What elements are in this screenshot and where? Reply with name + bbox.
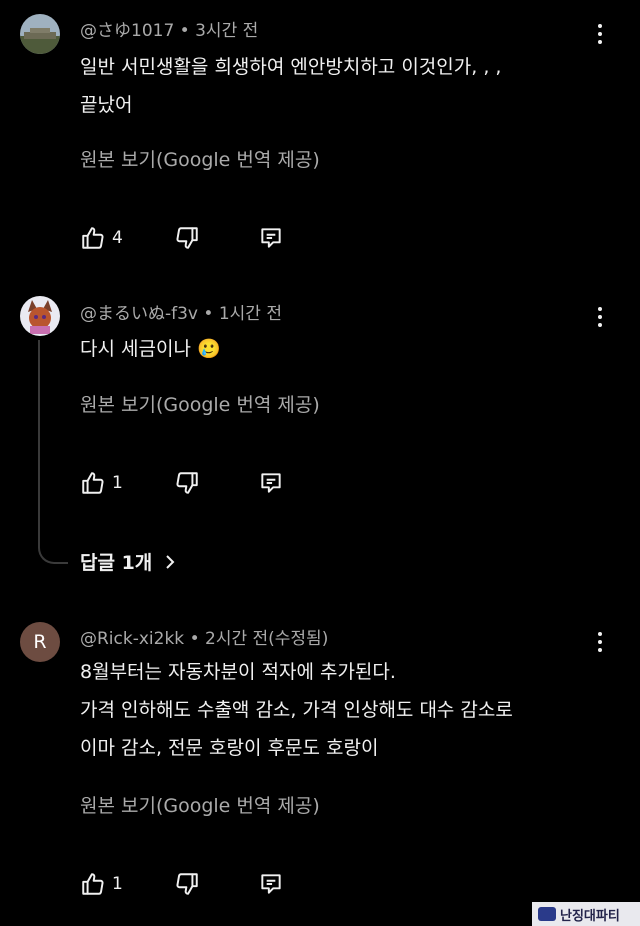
comment-meta: @まるいぬ-f3v • 1시간 전 [80, 304, 282, 324]
like-count: 1 [112, 874, 123, 894]
like-icon [82, 472, 104, 494]
more-options-icon[interactable] [588, 22, 612, 46]
see-original-link[interactable]: 원본 보기(Google 번역 제공) [80, 791, 320, 818]
comment-author[interactable]: @さゆ1017 [80, 21, 174, 41]
reply-button[interactable] [258, 224, 284, 252]
comment-text-line: 이마 감소, 전문 호랑이 후문도 호랑이 [80, 737, 379, 759]
watermark-text: 난징대파티 [560, 908, 620, 924]
comment-meta: @Rick-xi2kk • 2시간 전(수정됨) [80, 629, 329, 649]
like-button[interactable]: 1 [80, 870, 123, 898]
like-icon [82, 873, 104, 895]
like-icon [82, 227, 104, 249]
comment-meta: @さゆ1017 • 3시간 전 [80, 21, 259, 41]
see-original-link[interactable]: 원본 보기(Google 번역 제공) [80, 145, 320, 172]
watermark: 난징대파티 [532, 902, 640, 926]
dislike-button[interactable] [174, 224, 200, 252]
dislike-icon [176, 873, 198, 895]
dislike-button[interactable] [174, 469, 200, 497]
comment-text-line: 일반 서민생활을 희생하여 엔안방치하고 이것인가, , , [80, 56, 502, 78]
like-count: 4 [112, 228, 123, 248]
see-original-link[interactable]: 원본 보기(Google 번역 제공) [80, 390, 320, 417]
dislike-icon [176, 227, 198, 249]
like-button[interactable]: 4 [80, 224, 123, 252]
reply-icon [261, 473, 281, 493]
comment-author[interactable]: @まるいぬ-f3v [80, 304, 198, 324]
comment-text-line: 다시 세금이나 🥲 [80, 338, 221, 360]
view-replies-button[interactable]: 답글 1개 [80, 548, 176, 575]
comment-time: 1시간 전 [218, 304, 282, 324]
comment-author[interactable]: @Rick-xi2kk [80, 629, 184, 649]
avatar[interactable]: R [20, 622, 60, 662]
chevron-right-icon [166, 554, 175, 569]
comment-time: 2시간 전(수정됨) [205, 629, 329, 649]
reply-icon [261, 228, 281, 248]
avatar[interactable] [20, 14, 60, 54]
like-button[interactable]: 1 [80, 469, 123, 497]
like-count: 1 [112, 473, 123, 493]
comment-text-line: 8월부터는 자동차분이 적자에 추가된다. [80, 661, 396, 683]
more-options-icon[interactable] [588, 630, 612, 654]
dislike-icon [176, 472, 198, 494]
more-options-icon[interactable] [588, 305, 612, 329]
thread-line [38, 340, 68, 564]
avatar-letter: R [33, 631, 47, 653]
reply-icon [261, 874, 281, 894]
watermark-logo-icon [538, 907, 556, 921]
avatar[interactable] [20, 296, 60, 336]
comment-text-line: 가격 인하해도 수출액 감소, 가격 인상해도 대수 감소로 [80, 699, 513, 721]
reply-button[interactable] [258, 469, 284, 497]
reply-button[interactable] [258, 870, 284, 898]
comment-text-line: 끝났어 [80, 94, 133, 116]
comment-time: 3시간 전 [195, 21, 259, 41]
dislike-button[interactable] [174, 870, 200, 898]
replies-label: 답글 1개 [80, 552, 153, 574]
